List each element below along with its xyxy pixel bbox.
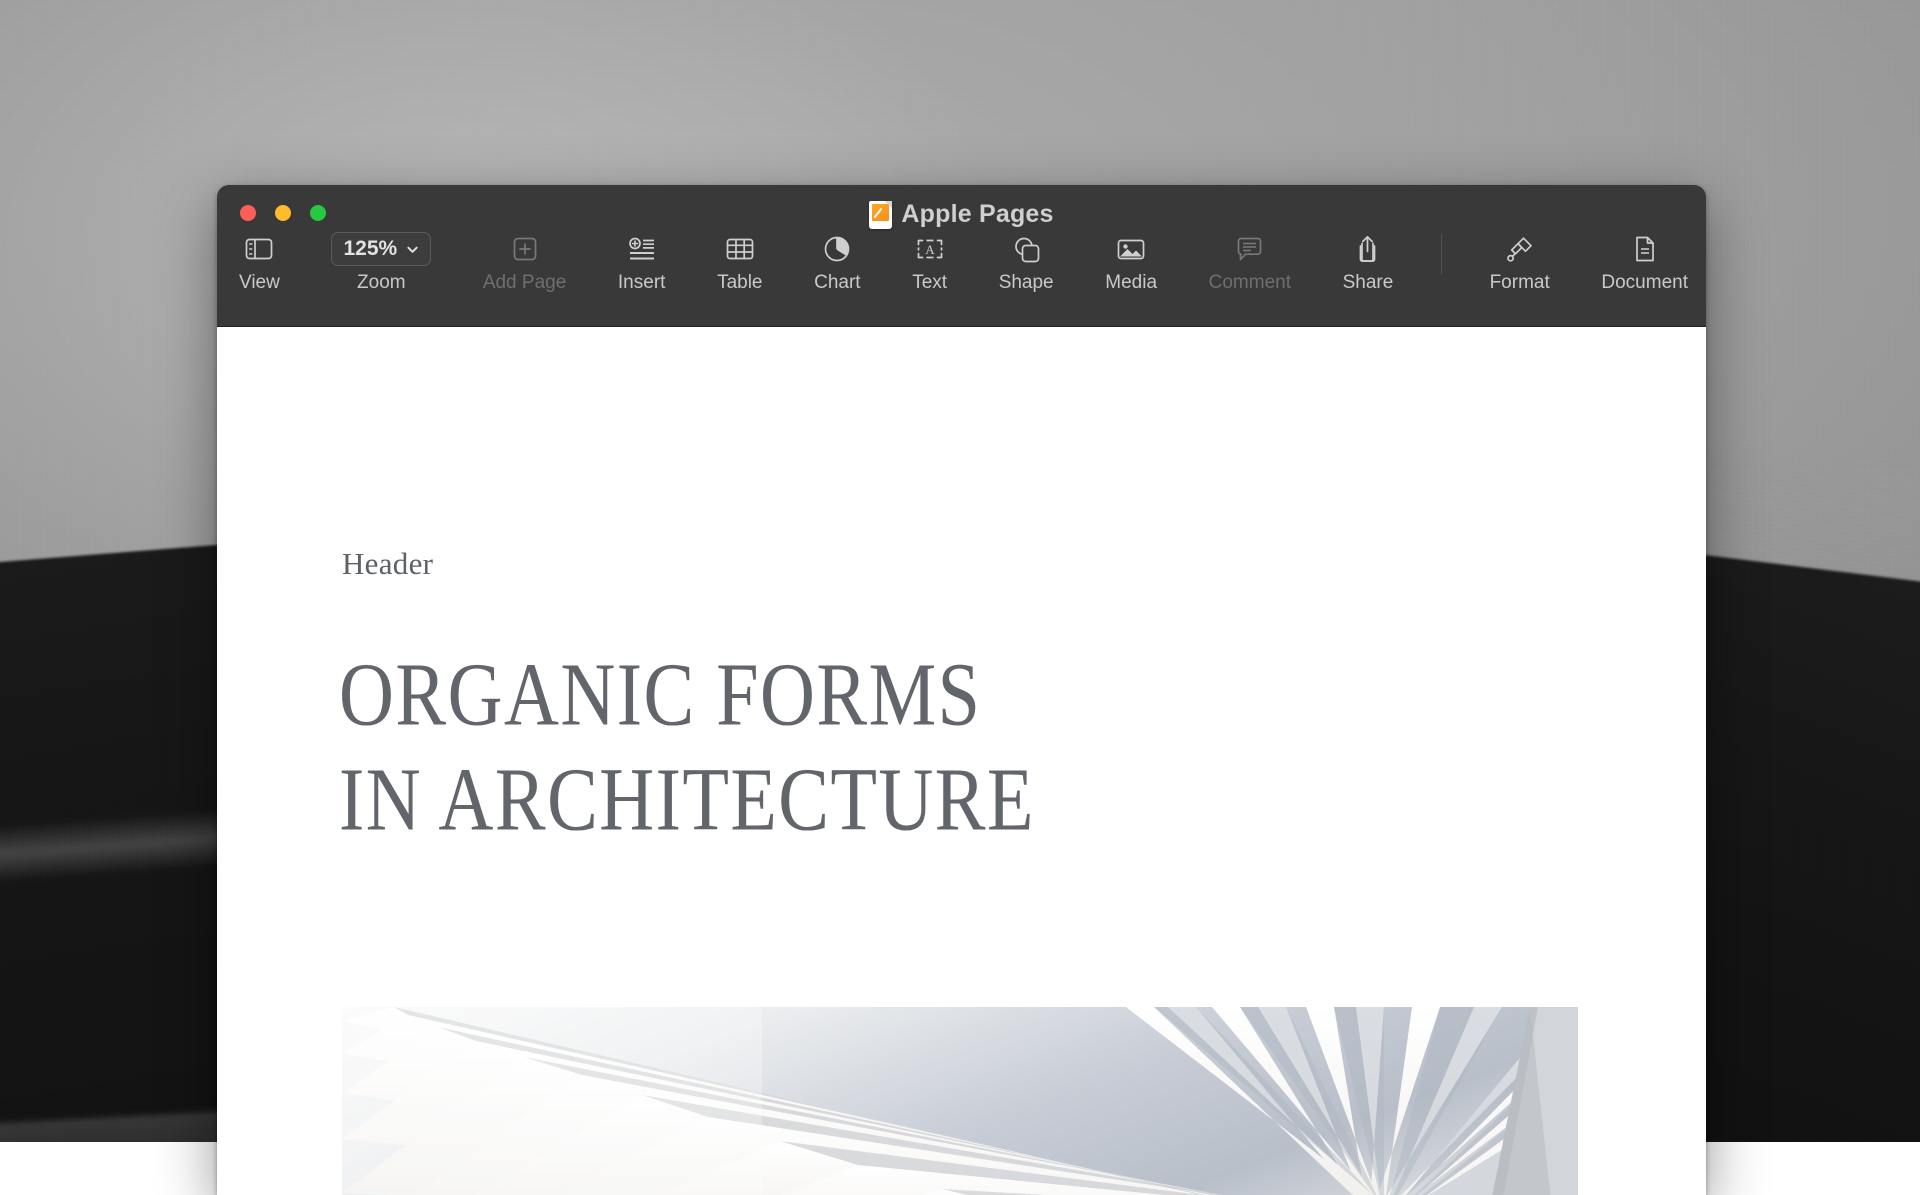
toolbar-button-add-page: Add Page [479, 232, 570, 294]
minimize-button[interactable] [275, 205, 291, 221]
add-page-icon [512, 232, 538, 266]
toolbar-label-shape: Shape [999, 272, 1054, 294]
toolbar-items: View 125% Zoom [217, 232, 1706, 294]
toolbar-button-chart[interactable]: Chart [810, 232, 864, 294]
toolbar-divider [1441, 234, 1442, 274]
zoom-value: 125% [343, 237, 397, 261]
chevron-down-icon [406, 243, 419, 256]
architectural-chevron-pattern [342, 1007, 1578, 1195]
toolbar-label-insert: Insert [618, 272, 666, 294]
document-title[interactable]: ORGANIC FORMS IN ARCHITECTURE [339, 643, 1035, 853]
toolbar-button-shape[interactable]: Shape [995, 232, 1058, 294]
document-image[interactable] [342, 1007, 1578, 1195]
toolbar-label-table: Table [717, 272, 762, 294]
app-window: Apple Pages View [217, 185, 1706, 1195]
document-header-text[interactable]: Header [342, 546, 433, 582]
toolbar-button-share[interactable]: Share [1339, 232, 1398, 294]
toolbar-button-comment: Comment [1205, 232, 1295, 294]
toolbar-button-document[interactable]: Document [1597, 232, 1692, 294]
toolbar-button-format[interactable]: Format [1486, 232, 1554, 294]
media-image-icon [1117, 232, 1145, 266]
sidebar-icon [245, 232, 273, 266]
pages-document-icon [869, 201, 892, 229]
close-button[interactable] [240, 205, 256, 221]
traffic-lights [240, 205, 326, 221]
toolbar-button-table[interactable]: Table [713, 232, 766, 294]
svg-text:A: A [925, 242, 935, 257]
toolbar-button-text[interactable]: A Text [908, 232, 951, 294]
toolbar-label-view: View [239, 272, 280, 294]
share-icon [1355, 232, 1380, 266]
window-titlebar: Apple Pages [217, 200, 1706, 229]
insert-icon [628, 232, 656, 266]
toolbar-dropdown-zoom[interactable]: 125% Zoom [327, 232, 435, 294]
toolbar-label-add-page: Add Page [483, 272, 566, 294]
document-canvas[interactable]: Header ORGANIC FORMS IN ARCHITECTURE [217, 327, 1706, 1195]
toolbar-label-document: Document [1601, 272, 1688, 294]
toolbar-button-view[interactable]: View [235, 232, 284, 294]
toolbar-label-zoom: Zoom [357, 272, 406, 294]
toolbar-label-comment: Comment [1209, 272, 1291, 294]
window-toolbar: Apple Pages View [217, 185, 1706, 327]
zoom-control[interactable]: 125% [331, 232, 431, 266]
window-title: Apple Pages [901, 200, 1053, 229]
shape-icon [1013, 232, 1040, 266]
maximize-button[interactable] [310, 205, 326, 221]
document-icon [1633, 232, 1657, 266]
toolbar-label-media: Media [1105, 272, 1157, 294]
toolbar-label-share: Share [1343, 272, 1394, 294]
toolbar-label-format: Format [1490, 272, 1550, 294]
toolbar-label-text: Text [912, 272, 947, 294]
comment-icon [1236, 232, 1263, 266]
chart-pie-icon [823, 232, 851, 266]
format-brush-icon [1506, 232, 1534, 266]
toolbar-button-insert[interactable]: Insert [614, 232, 670, 294]
table-icon [726, 232, 754, 266]
toolbar-label-chart: Chart [814, 272, 860, 294]
toolbar-button-media[interactable]: Media [1101, 232, 1161, 294]
text-box-icon: A [915, 232, 945, 266]
